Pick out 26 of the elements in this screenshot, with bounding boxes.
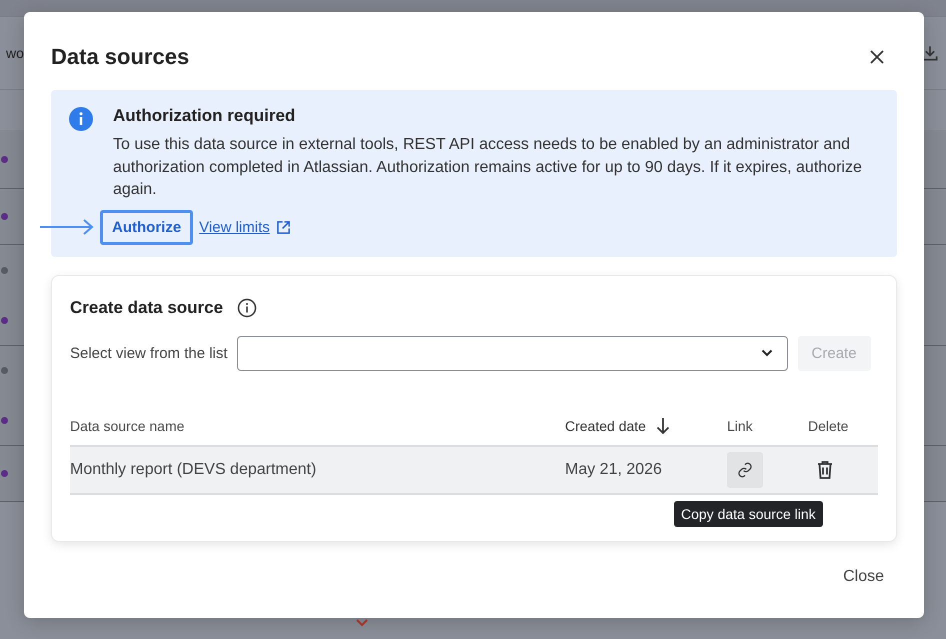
copy-link-button[interactable] — [727, 452, 763, 488]
card-title: Create data source — [70, 298, 224, 318]
authorize-button[interactable]: Authorize — [100, 210, 194, 244]
banner-title: Authorization required — [113, 106, 296, 126]
sort-down-icon[interactable] — [656, 416, 670, 434]
close-button[interactable]: Close — [830, 562, 897, 592]
column-header[interactable]: Created date — [565, 418, 646, 434]
info-icon — [69, 107, 93, 131]
info-icon[interactable] — [237, 298, 258, 318]
column-header: Link — [727, 418, 753, 434]
link-icon — [737, 462, 753, 478]
table-cell-text: Monthly report (DEVS department) — [70, 460, 318, 478]
arrow-icon — [39, 219, 95, 235]
chevron-down-icon — [760, 349, 773, 357]
tooltip: Copy data source link — [674, 500, 823, 526]
column-header: Delete — [808, 418, 848, 434]
view-select[interactable] — [236, 336, 788, 370]
toolbar-text: wo — [6, 45, 24, 61]
column-header: Data source name — [70, 418, 184, 434]
table-cell-text: May 21, 2026 — [565, 460, 663, 478]
select-label: Select view from the list — [70, 344, 228, 362]
trash-icon — [817, 460, 833, 478]
dialog-title: Data sources — [51, 44, 190, 70]
view-limits-link[interactable]: View limits — [199, 218, 270, 236]
banner-text: To use this data source in external tools, REST API access needs to be enabled by an administrator and authorization completed in Atlassian. Authorization remains active for up to 90 days. If it expires, authorize again. — [113, 135, 863, 200]
external-link-icon — [276, 220, 291, 234]
